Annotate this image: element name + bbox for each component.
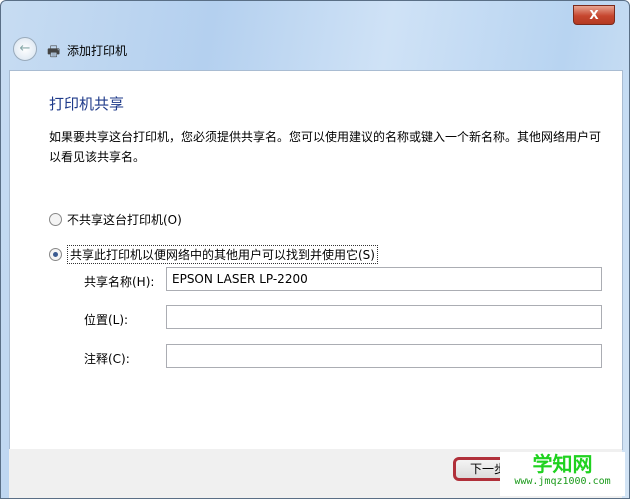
window-title: 添加打印机	[67, 44, 128, 58]
description: 如果要共享这台打印机，您必须提供共享名。您可以使用建议的名称或键入一个新名称。其…	[49, 130, 602, 164]
watermark-url: www.jmqz1000.com	[514, 476, 611, 487]
close-button[interactable]: X	[573, 5, 615, 25]
share-name-input[interactable]: EPSON LASER LP-2200	[166, 267, 602, 291]
printer-icon: 🖶	[47, 44, 61, 60]
radio-label: 共享此打印机以便网络中的其他用户可以找到并使用它(S)	[67, 245, 378, 264]
location-input[interactable]	[166, 305, 602, 329]
location-label: 位置(L):	[84, 313, 129, 327]
radio-button[interactable]	[49, 248, 62, 261]
add-printer-window: X ← 🖶 添加打印机 打印机共享 如果要共享这台打印机，您必须提供共享名。您可…	[0, 0, 630, 499]
radio-button[interactable]	[49, 213, 62, 226]
page-heading: 打印机共享	[49, 95, 125, 113]
comment-label: 注释(C):	[84, 352, 130, 366]
content-panel: 打印机共享 如果要共享这台打印机，您必须提供共享名。您可以使用建议的名称或键入一…	[9, 70, 623, 450]
back-arrow-icon[interactable]: ←	[13, 37, 37, 61]
share-name-label: 共享名称(H):	[84, 275, 155, 289]
watermark-name: 学知网	[532, 452, 593, 476]
radio-no-share[interactable]: 不共享这台打印机(O)	[49, 211, 182, 228]
comment-input[interactable]	[166, 344, 602, 368]
watermark: 学知网 www.jmqz1000.com	[500, 452, 625, 496]
radio-share[interactable]: 共享此打印机以便网络中的其他用户可以找到并使用它(S)	[49, 245, 378, 264]
radio-label: 不共享这台打印机(O)	[67, 213, 182, 227]
